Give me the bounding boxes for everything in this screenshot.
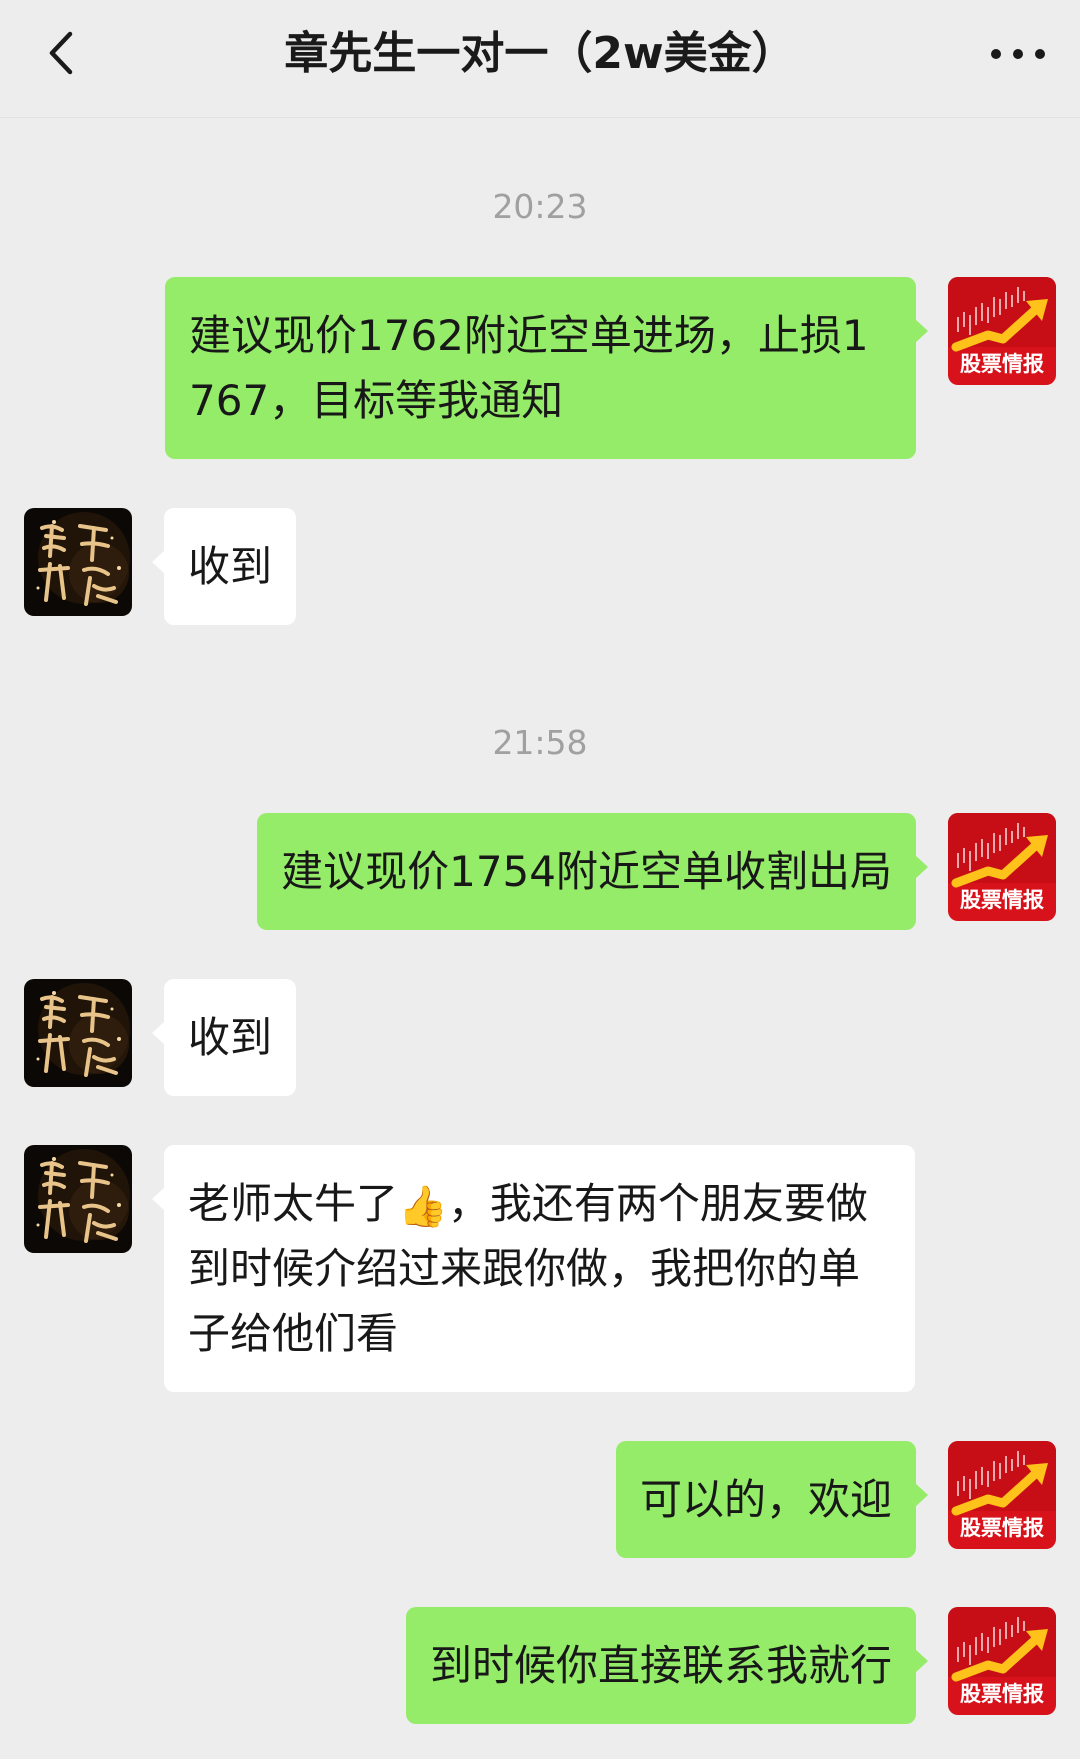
message-bubble-received[interactable]: 收到 [151, 979, 297, 1096]
my-avatar[interactable] [948, 1441, 1056, 1549]
stock-news-avatar-icon [948, 1441, 1056, 1549]
stock-news-avatar-icon [948, 1607, 1056, 1715]
message-text: 建议现价1754附近空单收割出局 [281, 847, 892, 896]
contact-avatar[interactable] [24, 508, 132, 616]
contact-avatar[interactable] [24, 979, 132, 1087]
stock-news-avatar-icon [948, 277, 1056, 385]
my-avatar[interactable] [948, 1607, 1056, 1715]
back-button[interactable] [40, 28, 90, 78]
message-bubble-sent[interactable]: 建议现价1762附近空单进场，止损1767，目标等我通知 [165, 277, 928, 459]
message-bubble-sent[interactable]: 建议现价1754附近空单收割出局 [257, 813, 928, 930]
my-avatar[interactable] [948, 277, 1056, 385]
timestamp: 21:58 [492, 723, 588, 762]
my-avatar[interactable] [948, 813, 1056, 921]
message-text: 老师太牛了👍，我还有两个朋友要做到时候介绍过来跟你做，我把你的单子给他们看 [188, 1171, 891, 1366]
message-text: 到时候你直接联系我就行 [429, 1641, 892, 1690]
more-options-button[interactable] [986, 32, 1050, 76]
chevron-left-icon [49, 31, 73, 75]
chat-header: 章先生一对一（2w美金） [0, 0, 1080, 118]
timestamp: 20:23 [492, 187, 588, 226]
stock-news-avatar-icon [948, 813, 1056, 921]
message-bubble-received[interactable]: 老师太牛了👍，我还有两个朋友要做到时候介绍过来跟你做，我把你的单子给他们看 [152, 1145, 915, 1392]
calligraphy-avatar-icon [24, 979, 132, 1087]
more-dots-icon [991, 49, 1045, 59]
calligraphy-avatar-icon [24, 508, 132, 616]
message-text-part: 老师太牛了 [188, 1179, 399, 1228]
thumbs-up-emoji-icon: 👍 [398, 1183, 448, 1230]
contact-avatar[interactable] [24, 1145, 132, 1253]
message-text: 建议现价1762附近空单进场，止损1767，目标等我通知 [189, 311, 869, 425]
message-bubble-sent[interactable]: 到时候你直接联系我就行 [405, 1607, 929, 1724]
message-bubble-sent[interactable]: 可以的，欢迎 [615, 1441, 929, 1558]
message-text: 可以的，欢迎 [639, 1475, 892, 1524]
message-bubble-received[interactable]: 收到 [151, 508, 297, 625]
message-text: 收到 [188, 542, 273, 591]
calligraphy-avatar-icon [24, 1145, 132, 1253]
chat-title: 章先生一对一（2w美金） [284, 28, 796, 79]
message-text: 收到 [188, 1013, 273, 1062]
